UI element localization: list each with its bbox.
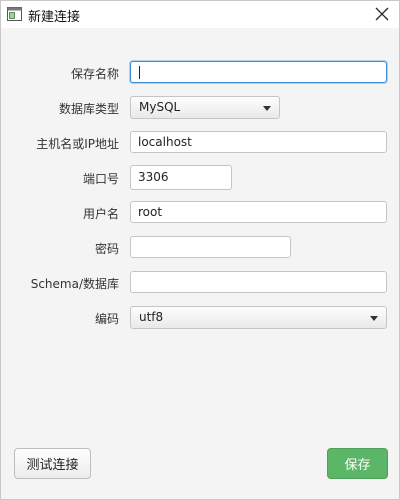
- db-type-label: 数据库类型: [58, 102, 119, 116]
- host-input[interactable]: localhost: [130, 131, 387, 153]
- username-input[interactable]: root: [130, 201, 387, 223]
- test-connection-button[interactable]: 测试连接: [14, 448, 91, 479]
- text-caret: [139, 66, 140, 79]
- new-connection-dialog: 新建连接 保存名称 数据库类型 MySQL 主机名或IP地址 localhost…: [0, 0, 400, 500]
- password-label: 密码: [94, 242, 119, 256]
- window-icon: [7, 7, 22, 21]
- host-label: 主机名或IP地址: [36, 137, 119, 151]
- encoding-label: 编码: [94, 312, 119, 326]
- db-type-value: MySQL: [139, 100, 181, 114]
- connection-name-label: 保存名称: [70, 67, 119, 81]
- schema-input[interactable]: [130, 271, 387, 293]
- close-icon[interactable]: [373, 5, 391, 23]
- encoding-value: utf8: [139, 310, 164, 324]
- db-type-select[interactable]: MySQL: [130, 96, 280, 119]
- port-input[interactable]: 3306: [130, 165, 232, 190]
- encoding-select[interactable]: utf8: [130, 306, 387, 329]
- connection-name-input[interactable]: [130, 61, 387, 83]
- password-input[interactable]: [130, 236, 291, 258]
- chevron-down-icon: [370, 316, 378, 321]
- title-bar: 新建连接: [1, 1, 399, 28]
- schema-label: Schema/数据库: [30, 277, 119, 291]
- window-title: 新建连接: [28, 10, 81, 25]
- username-label: 用户名: [82, 207, 119, 221]
- save-button[interactable]: 保存: [327, 448, 388, 479]
- chevron-down-icon: [263, 106, 271, 111]
- port-label: 端口号: [82, 172, 119, 186]
